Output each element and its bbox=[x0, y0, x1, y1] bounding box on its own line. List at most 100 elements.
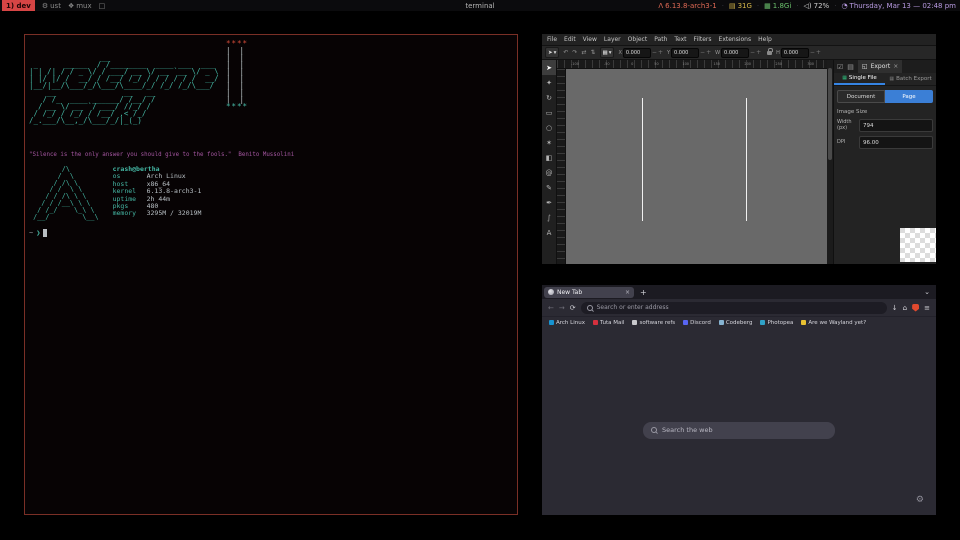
desktop: 1) dev ⚙ust ❖mux □ terminal Λ6.13.8-arch… bbox=[0, 0, 960, 540]
rotate-ccw-icon[interactable]: ↶ bbox=[563, 49, 568, 56]
home-icon[interactable]: ⌂ bbox=[903, 304, 907, 312]
h-value[interactable]: 0.000 bbox=[781, 48, 809, 58]
rotate-cw-icon[interactable]: ↷ bbox=[572, 49, 577, 56]
canvas-guide-line[interactable] bbox=[746, 98, 747, 221]
bookmark-favicon bbox=[549, 320, 554, 325]
prompt-path: ~ bbox=[29, 229, 33, 237]
horizontal-ruler: -100-50050100150200250300 bbox=[557, 60, 827, 69]
ublock-shield-icon[interactable] bbox=[912, 304, 919, 312]
x-value[interactable]: 0.000 bbox=[623, 48, 651, 58]
menu-item[interactable]: Filters bbox=[694, 36, 712, 43]
w-spinner: W 0.000 − + bbox=[715, 48, 761, 58]
tool-icon[interactable]: ✶ bbox=[542, 135, 556, 150]
dpi-input[interactable]: 96.00 bbox=[859, 136, 933, 149]
canvas-guide-line[interactable] bbox=[642, 98, 643, 221]
flip-vertical-icon[interactable]: ⇅ bbox=[590, 49, 595, 56]
tool-icon[interactable]: ✎ bbox=[542, 180, 556, 195]
tool-icon[interactable]: ◧ bbox=[542, 150, 556, 165]
object-properties-icon[interactable]: ☑ bbox=[837, 63, 843, 71]
ruler-tick-label: 300 bbox=[807, 62, 814, 66]
tool-icon[interactable]: ▭ bbox=[542, 105, 556, 120]
menu-item[interactable]: Edit bbox=[564, 36, 576, 43]
export-preview-thumbnail bbox=[900, 228, 936, 262]
bookmark-favicon bbox=[719, 320, 724, 325]
increment-button[interactable]: + bbox=[706, 49, 711, 56]
bookmark-item[interactable]: Codeberg bbox=[719, 320, 753, 326]
bookmark-item[interactable]: Discord bbox=[683, 320, 711, 326]
flip-horizontal-icon[interactable]: ⇄ bbox=[581, 49, 586, 56]
bookmark-favicon bbox=[760, 320, 765, 325]
bookmark-item[interactable]: Photopea bbox=[760, 320, 793, 326]
tool-icon[interactable]: ✦ bbox=[542, 75, 556, 90]
bookmark-favicon bbox=[632, 320, 637, 325]
h-label: H bbox=[776, 50, 780, 56]
search-icon bbox=[651, 427, 657, 433]
increment-button[interactable]: + bbox=[658, 49, 663, 56]
decrement-button[interactable]: − bbox=[750, 49, 755, 56]
tab-single-file[interactable]: ▦ Single File bbox=[834, 73, 885, 85]
ascii-exclamation: ****| || || || || || || || |**** bbox=[226, 40, 248, 110]
w-value[interactable]: 0.000 bbox=[721, 48, 749, 58]
new-tab-button[interactable]: + bbox=[640, 288, 647, 297]
objects-panel-icon[interactable]: ▤ bbox=[847, 63, 854, 71]
increment-button[interactable]: + bbox=[816, 49, 821, 56]
menu-icon[interactable]: ≡ bbox=[924, 304, 930, 312]
w-label: W bbox=[715, 50, 720, 56]
tool-icon[interactable]: ➤ bbox=[542, 60, 556, 75]
bookmark-item[interactable]: software refs bbox=[632, 320, 675, 326]
bookmark-item[interactable]: Arch Linux bbox=[549, 320, 585, 326]
menu-item[interactable]: Extensions bbox=[719, 36, 752, 43]
bookmark-label: Arch Linux bbox=[556, 320, 585, 326]
browser-tab[interactable]: New Tab × bbox=[544, 287, 634, 298]
menu-item[interactable]: Object bbox=[628, 36, 648, 43]
reload-button[interactable]: ⟳ bbox=[570, 304, 576, 312]
tool-icon[interactable]: ∫ bbox=[542, 210, 556, 225]
drawing-canvas[interactable] bbox=[566, 69, 827, 264]
bookmark-favicon bbox=[683, 320, 688, 325]
downloads-icon[interactable]: ↓ bbox=[892, 304, 898, 312]
increment-button[interactable]: + bbox=[756, 49, 761, 56]
menu-item[interactable]: File bbox=[547, 36, 557, 43]
back-button[interactable]: ← bbox=[548, 304, 554, 312]
ruler-tick-label: 50 bbox=[654, 62, 658, 66]
toolbox: ➤✦↻▭○✶◧@✎✒∫A bbox=[542, 60, 557, 264]
close-tab-icon[interactable]: × bbox=[625, 289, 630, 296]
tool-icon[interactable]: @ bbox=[542, 165, 556, 180]
fetch-key: memory bbox=[113, 210, 147, 217]
bookmark-item[interactable]: Tuta Mail bbox=[593, 320, 624, 326]
tab-batch-export[interactable]: ▦ Batch Export bbox=[885, 73, 936, 85]
y-value[interactable]: 0.000 bbox=[671, 48, 699, 58]
page-button[interactable]: Page bbox=[885, 90, 933, 103]
shell-prompt[interactable]: ~ ❯ bbox=[29, 229, 513, 237]
bookmark-item[interactable]: Are we Wayland yet? bbox=[801, 320, 866, 326]
bookmark-label: Discord bbox=[690, 320, 711, 326]
forward-button[interactable]: → bbox=[559, 304, 565, 312]
gear-icon[interactable]: ⚙ bbox=[916, 495, 924, 505]
menu-item[interactable]: Layer bbox=[604, 36, 621, 43]
scrollbar-thumb[interactable] bbox=[828, 68, 832, 160]
decrement-button[interactable]: − bbox=[700, 49, 705, 56]
url-bar[interactable]: Search or enter address bbox=[581, 302, 887, 314]
selection-mode-button[interactable]: ➤▾ bbox=[545, 47, 559, 58]
tool-icon[interactable]: ○ bbox=[542, 120, 556, 135]
menu-item[interactable]: View bbox=[583, 36, 597, 43]
x-spinner: X 0.000 − + bbox=[618, 48, 663, 58]
document-button[interactable]: Document bbox=[837, 90, 885, 103]
tool-icon[interactable]: ↻ bbox=[542, 90, 556, 105]
decrement-button[interactable]: − bbox=[810, 49, 815, 56]
menu-item[interactable]: Path bbox=[654, 36, 667, 43]
tool-icon[interactable]: ✒ bbox=[542, 195, 556, 210]
list-tabs-chevron-icon[interactable]: ⌄ bbox=[924, 288, 934, 296]
web-search-input[interactable]: Search the web bbox=[643, 422, 835, 439]
ruler-tick-label: -50 bbox=[604, 62, 610, 66]
align-options-button[interactable]: ▦▾ bbox=[600, 47, 615, 58]
search-placeholder: Search the web bbox=[662, 426, 713, 434]
lock-ratio-icon[interactable] bbox=[767, 51, 772, 55]
export-dock-tab[interactable]: ◱ Export × bbox=[858, 60, 902, 73]
menu-item[interactable]: Text bbox=[674, 36, 686, 43]
menu-item[interactable]: Help bbox=[758, 36, 772, 43]
decrement-button[interactable]: − bbox=[652, 49, 657, 56]
tool-icon[interactable]: A bbox=[542, 225, 556, 240]
width-input[interactable]: 794 bbox=[859, 119, 933, 132]
close-icon[interactable]: × bbox=[893, 63, 898, 70]
